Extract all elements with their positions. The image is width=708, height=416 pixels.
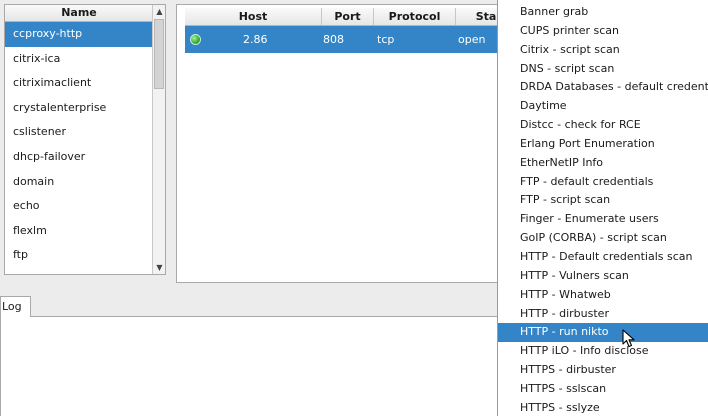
service-item[interactable]: ccproxy-http xyxy=(5,22,153,47)
menu-item[interactable]: Citrix - script scan xyxy=(498,41,708,60)
service-item[interactable]: citriximaclient xyxy=(5,71,153,96)
menu-item[interactable]: HTTPS - sslscan xyxy=(498,380,708,399)
menu-item[interactable]: HTTP - Default credentials scan xyxy=(498,248,708,267)
service-item[interactable]: flexlm xyxy=(5,219,153,244)
menu-item[interactable]: FTP - default credentials xyxy=(498,173,708,192)
service-item[interactable]: citrix-ica xyxy=(5,47,153,72)
service-item[interactable]: domain xyxy=(5,170,153,195)
menu-item-run-nikto[interactable]: HTTP - run nikto xyxy=(498,323,708,343)
menu-item[interactable]: Finger - Enumerate users xyxy=(498,210,708,229)
mouse-cursor-icon xyxy=(622,329,635,348)
port-cell: 808 xyxy=(323,33,344,46)
menu-item[interactable]: FTP - script scan xyxy=(498,191,708,210)
service-item[interactable]: ftp xyxy=(5,243,153,268)
service-item[interactable]: echo xyxy=(5,194,153,219)
menu-item[interactable]: CUPS printer scan xyxy=(498,22,708,41)
hosts-table-panel: Host Port Protocol Sta 2.86 808 tcp open xyxy=(176,4,506,283)
services-name-column-header[interactable]: Name xyxy=(5,5,153,22)
menu-item[interactable]: Daytime xyxy=(498,97,708,116)
port-column-header[interactable]: Port xyxy=(322,8,374,25)
menu-item[interactable]: HTTP - Whatweb xyxy=(498,286,708,305)
menu-item[interactable]: DRDA Databases - default credentials xyxy=(498,78,708,97)
services-list: ccproxy-http citrix-ica citriximaclient … xyxy=(5,22,153,268)
protocol-cell: tcp xyxy=(377,33,395,46)
menu-item[interactable]: HTTPS - sslyze xyxy=(498,399,708,416)
service-item[interactable]: crystalenterprise xyxy=(5,96,153,121)
services-list-panel: Name ccproxy-http citrix-ica citriximacl… xyxy=(4,4,166,275)
host-column-header[interactable]: Host xyxy=(185,8,322,25)
table-row[interactable]: 2.86 808 tcp open xyxy=(185,26,505,53)
menu-item[interactable]: HTTPS - dirbuster xyxy=(498,361,708,380)
menu-item[interactable]: Erlang Port Enumeration xyxy=(498,135,708,154)
service-item[interactable]: cslistener xyxy=(5,120,153,145)
menu-item[interactable]: EtherNetIP Info xyxy=(498,154,708,173)
scroll-down-arrow-icon[interactable]: ▼ xyxy=(154,262,165,273)
menu-item[interactable]: HTTP iLO - Info disclose xyxy=(498,342,708,361)
menu-item[interactable]: HTTP - dirbuster xyxy=(498,305,708,324)
menu-item[interactable]: DNS - script scan xyxy=(498,60,708,79)
menu-item[interactable]: Distcc - check for RCE xyxy=(498,116,708,135)
log-output[interactable] xyxy=(0,316,500,416)
tab-log[interactable]: Log xyxy=(0,296,31,317)
menu-item[interactable]: HTTP - Vulners scan xyxy=(498,267,708,286)
menu-item[interactable]: Banner grab xyxy=(498,3,708,22)
services-scrollbar[interactable]: ▲ ▼ xyxy=(152,5,165,274)
service-item[interactable]: dhcp-failover xyxy=(5,145,153,170)
hosts-table-header: Host Port Protocol Sta xyxy=(185,8,505,26)
context-menu: Banner grab CUPS printer scan Citrix - s… xyxy=(497,0,708,416)
menu-item[interactable]: GoIP (CORBA) - script scan xyxy=(498,229,708,248)
protocol-column-header[interactable]: Protocol xyxy=(374,8,456,25)
host-cell: 2.86 xyxy=(243,33,268,46)
scrollbar-thumb[interactable] xyxy=(154,19,164,89)
state-cell: open xyxy=(458,33,486,46)
host-status-icon xyxy=(190,34,201,45)
scroll-up-arrow-icon[interactable]: ▲ xyxy=(154,6,165,17)
